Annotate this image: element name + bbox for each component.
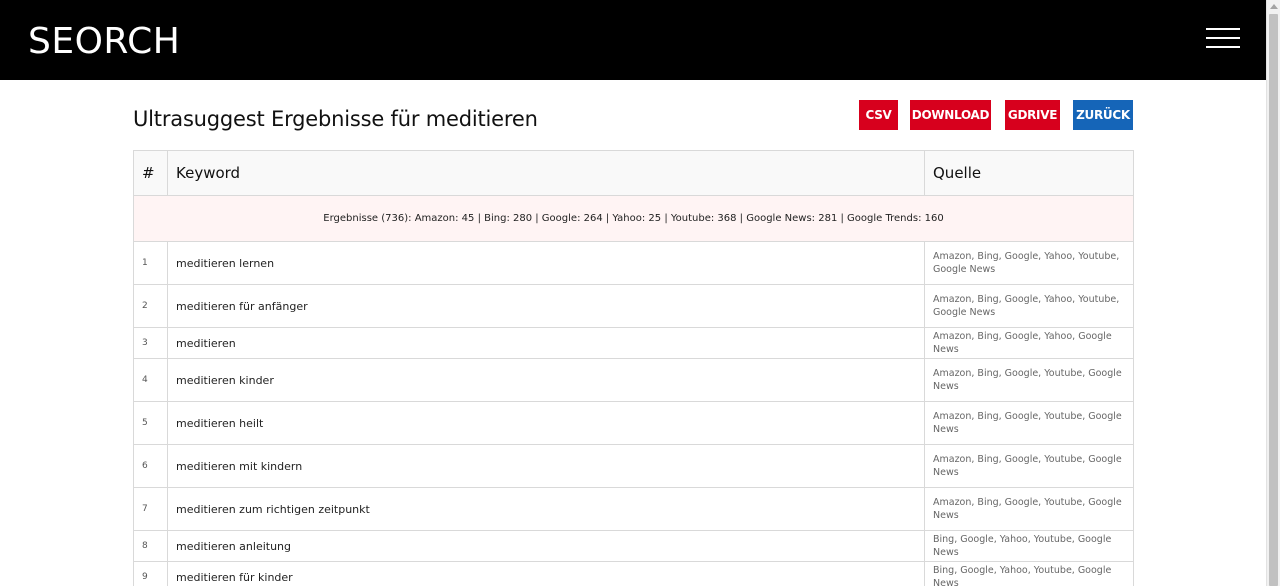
scrollbar-thumb[interactable] bbox=[1269, 14, 1278, 586]
row-number: 2 bbox=[133, 284, 168, 328]
row-number: 4 bbox=[133, 358, 168, 402]
row-keyword: meditieren anleitung bbox=[167, 530, 925, 562]
row-number: 5 bbox=[133, 401, 168, 445]
table-row: 8 meditieren anleitung Bing, Google, Yah… bbox=[133, 530, 1134, 562]
column-header-source: Quelle bbox=[924, 150, 1134, 196]
row-keyword: meditieren für anfänger bbox=[167, 284, 925, 328]
table-row: 1 meditieren lernen Amazon, Bing, Google… bbox=[133, 241, 1134, 285]
vertical-scrollbar[interactable] bbox=[1266, 0, 1280, 586]
row-keyword: meditieren lernen bbox=[167, 241, 925, 285]
row-number: 6 bbox=[133, 444, 168, 488]
csv-button[interactable]: CSV bbox=[859, 100, 898, 130]
row-keyword: meditieren zum richtigen zeitpunkt bbox=[167, 487, 925, 531]
gdrive-button[interactable]: GDRIVE bbox=[1005, 100, 1060, 130]
column-header-num: # bbox=[133, 150, 168, 196]
results-table: # Keyword Quelle Ergebnisse (736): Amazo… bbox=[133, 150, 1134, 586]
row-source: Amazon, Bing, Google, Youtube, Google Ne… bbox=[924, 401, 1134, 445]
table-row: 6 meditieren mit kindern Amazon, Bing, G… bbox=[133, 444, 1134, 488]
row-keyword: meditieren für kinder bbox=[167, 561, 925, 586]
logo[interactable]: SEORCH bbox=[28, 20, 180, 64]
back-button[interactable]: ZURÜCK bbox=[1073, 100, 1133, 130]
row-number: 9 bbox=[133, 561, 168, 586]
column-header-keyword: Keyword bbox=[167, 150, 925, 196]
row-source: Bing, Google, Yahoo, Youtube, Google New… bbox=[924, 530, 1134, 562]
page-title: Ultrasuggest Ergebnisse für meditieren bbox=[133, 107, 538, 131]
row-number: 7 bbox=[133, 487, 168, 531]
row-number: 1 bbox=[133, 241, 168, 285]
results-summary: Ergebnisse (736): Amazon: 45 | Bing: 280… bbox=[133, 195, 1134, 242]
row-keyword: meditieren kinder bbox=[167, 358, 925, 402]
hamburger-menu-icon[interactable] bbox=[1206, 28, 1240, 48]
hamburger-line bbox=[1206, 46, 1240, 48]
table-header-row: # Keyword Quelle bbox=[133, 150, 1134, 196]
top-header: SEORCH bbox=[0, 0, 1266, 80]
scroll-up-arrow-icon[interactable] bbox=[1270, 4, 1278, 9]
row-source: Amazon, Bing, Google, Yahoo, Google News bbox=[924, 327, 1134, 359]
table-row: 5 meditieren heilt Amazon, Bing, Google,… bbox=[133, 401, 1134, 445]
download-button[interactable]: DOWNLOAD bbox=[910, 100, 991, 130]
row-keyword: meditieren bbox=[167, 327, 925, 359]
page: SEORCH Ultrasuggest Ergebnisse für medit… bbox=[0, 0, 1280, 586]
table-row: 7 meditieren zum richtigen zeitpunkt Ama… bbox=[133, 487, 1134, 531]
row-source: Amazon, Bing, Google, Youtube, Google Ne… bbox=[924, 358, 1134, 402]
row-number: 3 bbox=[133, 327, 168, 359]
row-number: 8 bbox=[133, 530, 168, 562]
row-source: Amazon, Bing, Google, Youtube, Google Ne… bbox=[924, 487, 1134, 531]
row-keyword: meditieren heilt bbox=[167, 401, 925, 445]
hamburger-line bbox=[1206, 28, 1240, 30]
row-source: Bing, Google, Yahoo, Youtube, Google New… bbox=[924, 561, 1134, 586]
row-source: Amazon, Bing, Google, Yahoo, Youtube, Go… bbox=[924, 241, 1134, 285]
row-keyword: meditieren mit kindern bbox=[167, 444, 925, 488]
table-row: 2 meditieren für anfänger Amazon, Bing, … bbox=[133, 284, 1134, 328]
row-source: Amazon, Bing, Google, Youtube, Google Ne… bbox=[924, 444, 1134, 488]
table-row: 3 meditieren Amazon, Bing, Google, Yahoo… bbox=[133, 327, 1134, 359]
table-row: 4 meditieren kinder Amazon, Bing, Google… bbox=[133, 358, 1134, 402]
table-row: 9 meditieren für kinder Bing, Google, Ya… bbox=[133, 561, 1134, 586]
row-source: Amazon, Bing, Google, Yahoo, Youtube, Go… bbox=[924, 284, 1134, 328]
hamburger-line bbox=[1206, 37, 1240, 39]
summary-row: Ergebnisse (736): Amazon: 45 | Bing: 280… bbox=[133, 195, 1134, 242]
